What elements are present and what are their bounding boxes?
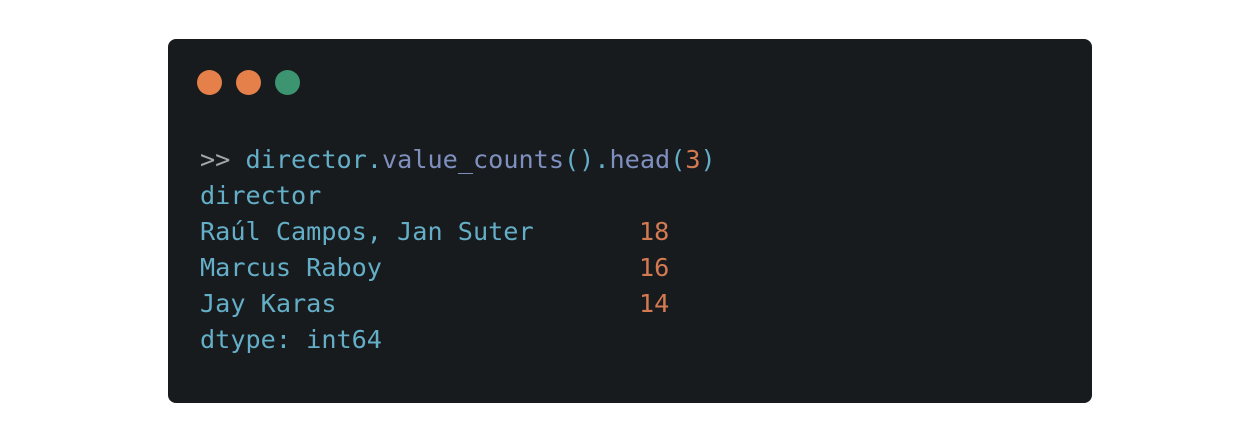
command-parens: (): [564, 145, 595, 174]
command-open-paren: (: [670, 145, 686, 174]
output-row: Jay Karas 14: [200, 286, 716, 322]
command-close-paren: ): [700, 145, 716, 174]
command-dot: .: [594, 145, 610, 174]
output-row: Raúl Campos, Jan Suter 18: [200, 214, 716, 250]
command-method-value-counts: value_counts: [382, 145, 564, 174]
row-label: Marcus Raboy: [200, 253, 382, 282]
close-dot-icon[interactable]: [197, 70, 222, 95]
window-controls: [197, 70, 300, 96]
command-arg: 3: [685, 145, 701, 174]
command-method-head: head: [609, 145, 671, 174]
command-object: director: [245, 145, 367, 174]
output-header: director: [200, 181, 322, 210]
output-dtype: dtype: int64: [200, 325, 382, 354]
minimize-dot-icon[interactable]: [236, 70, 261, 95]
prompt: >>: [200, 145, 231, 174]
row-label: Jay Karas: [200, 289, 337, 318]
code-block: >> director.value_counts().head(3) direct…: [200, 142, 716, 358]
row-value: 18: [639, 217, 670, 246]
page: >> director.value_counts().head(3) direct…: [0, 0, 1260, 442]
row-value: 14: [639, 289, 670, 318]
maximize-dot-icon[interactable]: [275, 70, 300, 95]
output-row: Marcus Raboy 16: [200, 250, 716, 286]
row-label: Raúl Campos, Jan Suter: [200, 217, 534, 246]
command-dot: .: [366, 145, 383, 174]
row-value: 16: [639, 253, 670, 282]
command-line: >> director.value_counts().head(3): [200, 142, 716, 178]
